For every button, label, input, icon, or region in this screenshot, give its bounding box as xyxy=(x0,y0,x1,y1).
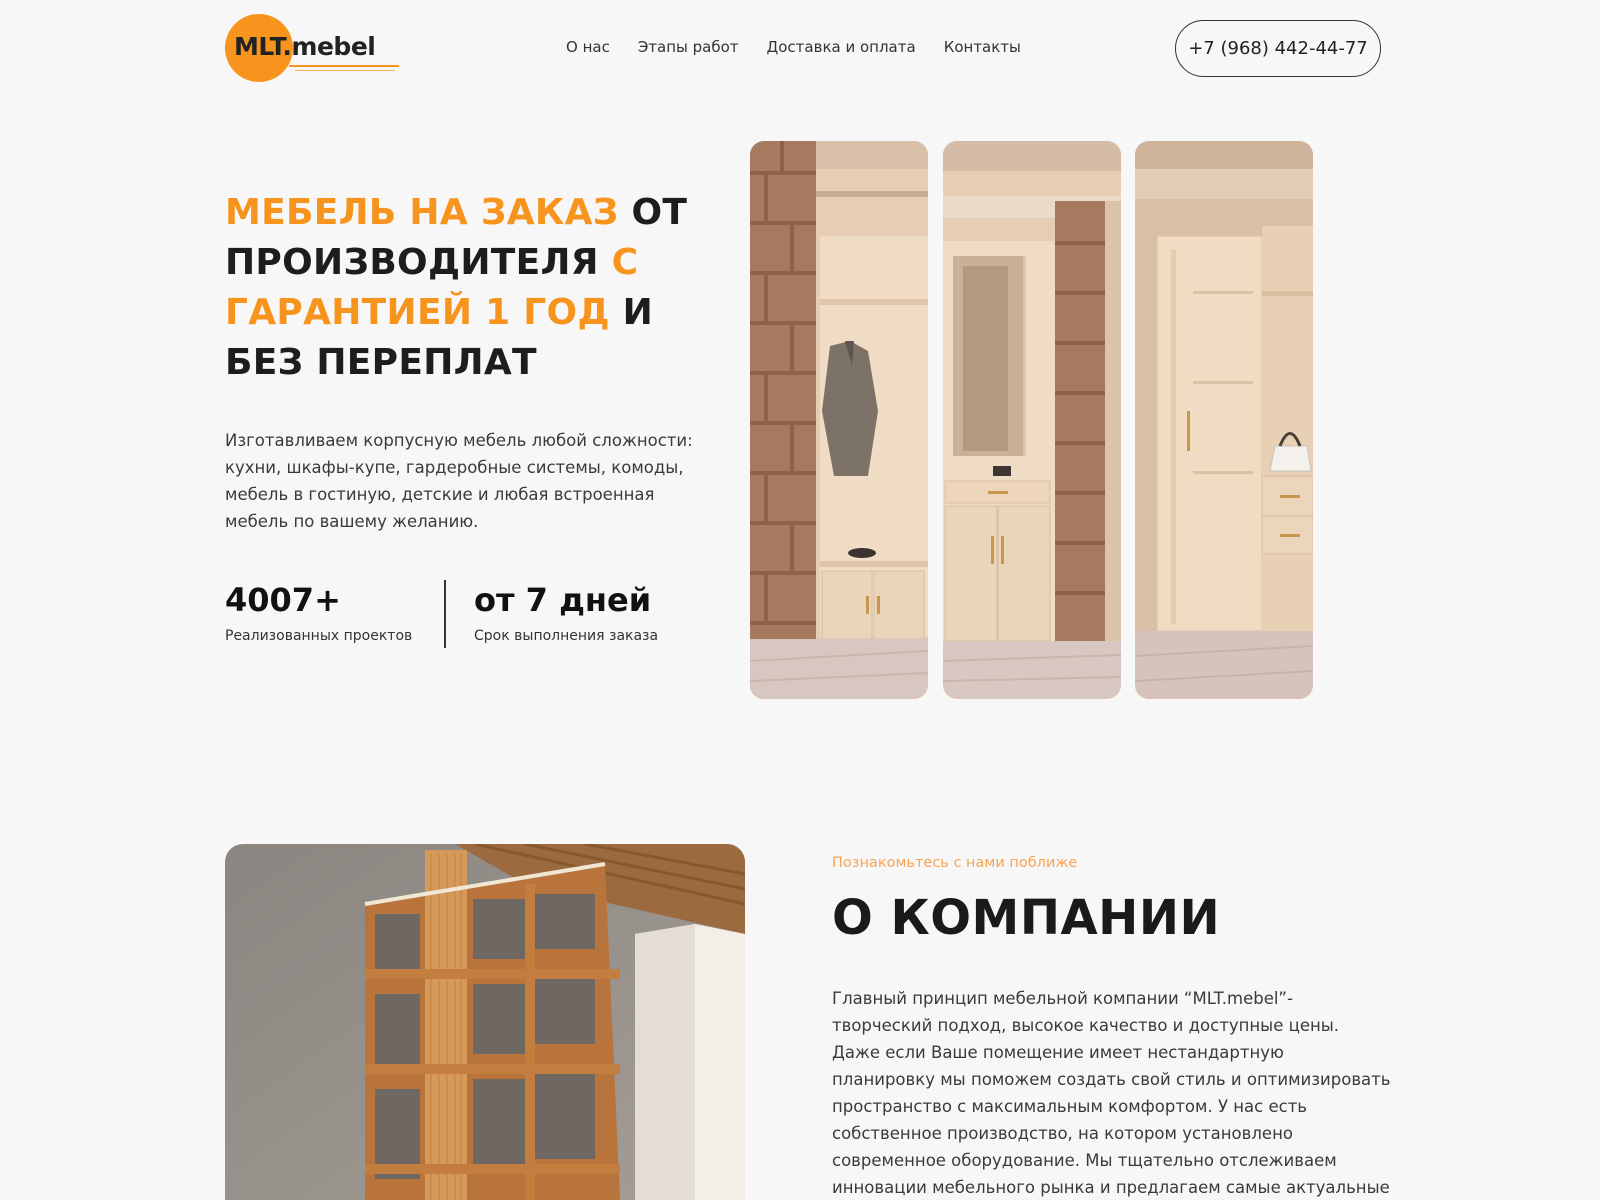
about-title: О КОМПАНИИ xyxy=(832,890,1221,946)
hero-title: МЕБЕЛЬ НА ЗАКАЗ ОТ ПРОИЗВОДИТЕЛЯ С ГАРАН… xyxy=(225,188,725,388)
main-nav: О нас Этапы работ Доставка и оплата Конт… xyxy=(566,38,1021,56)
stat-projects: 4007+ Реализованных проектов xyxy=(225,578,412,644)
stat-duration-value: от 7 дней xyxy=(474,581,652,619)
nav-link-stages[interactable]: Этапы работ xyxy=(638,38,739,56)
logo[interactable]: MLT.mebel xyxy=(225,13,405,85)
logo-text: MLT.mebel xyxy=(234,32,376,61)
stat-divider xyxy=(444,580,446,648)
nav-link-delivery[interactable]: Доставка и оплата xyxy=(767,38,916,56)
hero-image-panel-1 xyxy=(750,141,928,699)
about-text: Главный принцип мебельной компании “MLT.… xyxy=(832,989,1391,1197)
hero-image-panel-3 xyxy=(1135,141,1313,699)
site-header: MLT.mebel О нас Этапы работ Доставка и о… xyxy=(0,0,1600,100)
stat-projects-label: Реализованных проектов xyxy=(225,628,413,644)
stat-duration: от 7 дней Срок выполнения заказа xyxy=(474,578,658,644)
stat-projects-value: 4007+ xyxy=(225,581,341,619)
about-image xyxy=(225,844,745,1200)
phone-button[interactable]: +7 (968) 442-44-77 xyxy=(1175,20,1381,77)
logo-underline-secondary xyxy=(295,70,395,71)
nav-link-contacts[interactable]: Контакты xyxy=(944,38,1021,56)
about-kicker: Познакомьтесь с нами поближе xyxy=(832,855,1078,871)
hero-description: Изготавливаем корпусную мебель любой сло… xyxy=(225,431,693,531)
hero-image-panel-2 xyxy=(943,141,1121,699)
stat-duration-label: Срок выполнения заказа xyxy=(474,628,659,644)
logo-underline xyxy=(289,65,399,67)
nav-link-about[interactable]: О нас xyxy=(566,38,610,56)
hero-title-part-1: МЕБЕЛЬ НА ЗАКАЗ xyxy=(225,192,632,233)
